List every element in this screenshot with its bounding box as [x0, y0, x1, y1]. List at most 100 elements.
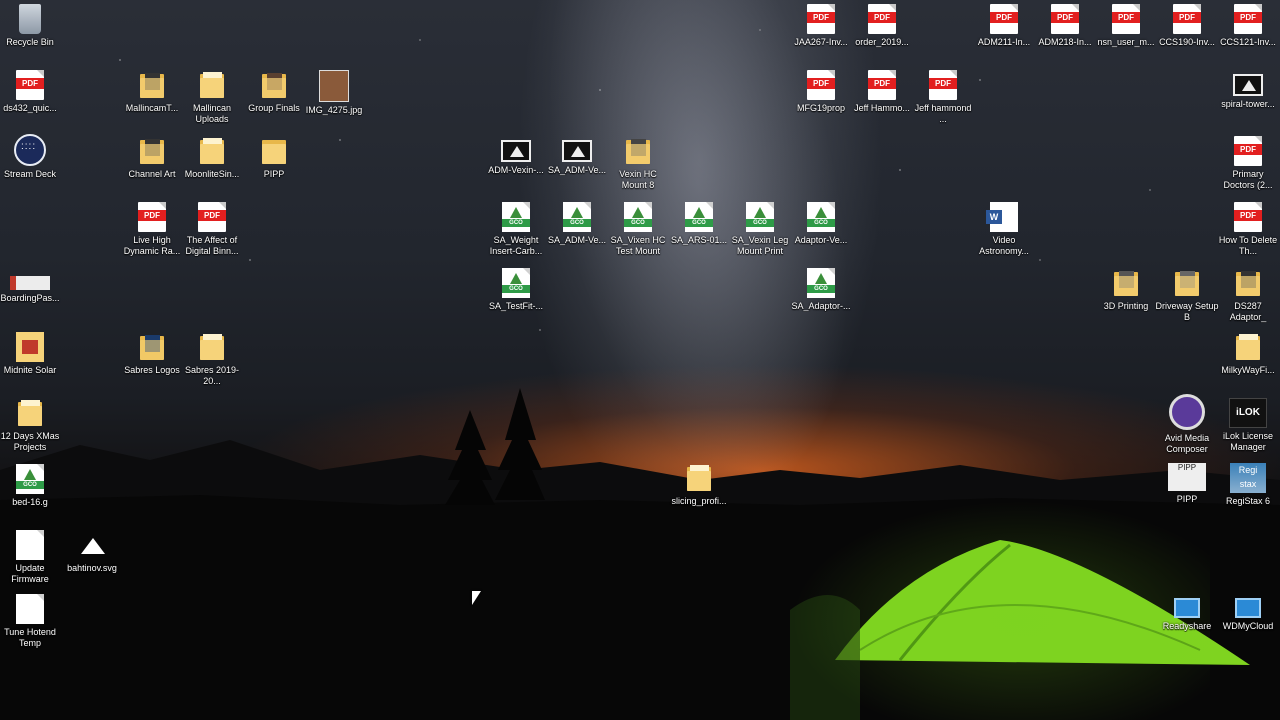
icon-label: The Affect of Digital Binn...	[185, 235, 239, 256]
pdf-file-icon[interactable]: PDF MFG19prop	[789, 66, 853, 128]
pdf-file-icon[interactable]: PDF JAA267-Inv...	[789, 0, 853, 62]
pdf-icon: PDF	[807, 70, 835, 100]
svg-file-icon[interactable]: spiral-tower...	[1216, 66, 1280, 128]
sabres-2019-folder[interactable]: Sabres 2019-20...	[180, 328, 244, 390]
tent-glow	[790, 500, 1210, 720]
icon-label: slicing_profi...	[671, 496, 727, 506]
driveway-folder[interactable]: Driveway Setup B	[1155, 264, 1219, 326]
mallincan-uploads-folder[interactable]: Mallincan Uploads	[180, 66, 244, 128]
icon-label: Driveway Setup B	[1155, 301, 1219, 322]
icon-label: SA_TestFit-...	[488, 301, 543, 311]
icon-label: MFG19prop	[796, 103, 846, 113]
sabres-logos-folder[interactable]: Sabres Logos	[120, 328, 184, 390]
pdf-file-icon[interactable]: PDF ds432_quic...	[0, 66, 62, 128]
stream-deck-icon	[14, 134, 46, 166]
pdf-icon: PDF	[1173, 4, 1201, 34]
gcode-file-icon[interactable]: GCO SA_TestFit-...	[484, 264, 548, 326]
jpg-file-icon[interactable]: IMG_4275.jpg	[302, 66, 366, 128]
ds287-folder[interactable]: DS287 Adaptor_	[1216, 264, 1280, 326]
pdf-icon: PDF	[1234, 4, 1262, 34]
milkyway-folder[interactable]: MilkyWayFi...	[1216, 328, 1280, 390]
3d-printing-folder[interactable]: 3D Printing	[1094, 264, 1158, 326]
pdf-file-icon[interactable]: PDF How To Delete Th...	[1216, 198, 1280, 260]
stream-deck-shortcut[interactable]: Stream Deck	[0, 132, 62, 194]
ilok-shortcut[interactable]: iLOK iLok License Manager	[1216, 394, 1280, 456]
moonlite-folder[interactable]: MoonliteSin...	[180, 132, 244, 194]
icon-label: ds432_quic...	[3, 103, 57, 113]
gcode-icon: GCO	[807, 268, 835, 298]
icon-label: Update Firmware	[11, 563, 49, 584]
avid-shortcut[interactable]: Avid Media Composer	[1155, 394, 1219, 456]
pdf-file-icon[interactable]: PDF ADM211-In...	[972, 0, 1036, 62]
svg-file-icon[interactable]: SA_ADM-Ve...	[545, 132, 609, 194]
ilok-icon: iLOK	[1229, 398, 1267, 428]
slicing-profiles-folder[interactable]: slicing_profi...	[667, 459, 731, 521]
pdf-icon: PDF	[868, 70, 896, 100]
icon-label: bahtinov.svg	[67, 563, 117, 573]
icon-label: Avid Media Composer	[1164, 433, 1210, 454]
icon-label: ADM211-In...	[977, 37, 1031, 47]
gcode-icon: GCO	[16, 464, 44, 494]
recycle-bin-icon[interactable]: Recycle Bin	[0, 0, 62, 62]
folder-icon	[1234, 332, 1262, 362]
pdf-file-icon[interactable]: PDF order_2019...	[850, 0, 914, 62]
icon-label: Recycle Bin	[6, 37, 54, 47]
gcode-file-icon[interactable]: GCO SA_Adaptor-...	[789, 264, 853, 326]
network-drive-icon	[1235, 598, 1261, 618]
mallincamt-folder[interactable]: MallincamT...	[120, 66, 184, 128]
pipp-folder[interactable]: PIPP	[242, 132, 306, 194]
gcode-file-icon[interactable]: GCO SA_Vixen HC Test Mount	[606, 198, 670, 260]
svg-file-icon[interactable]: bahtinov.svg	[60, 526, 124, 588]
pdf-file-icon[interactable]: PDF The Affect of Digital Binn...	[180, 198, 244, 260]
pdf-file-icon[interactable]: PDF CCS121-Inv...	[1216, 0, 1280, 62]
gcode-file-icon[interactable]: GCO Adaptor-Ve...	[789, 198, 853, 260]
folder-icon	[138, 70, 166, 100]
gcode-icon: GCO	[502, 202, 530, 232]
icon-label: Sabres Logos	[124, 365, 180, 375]
icon-label: SA_Vixen HC Test Mount	[610, 235, 666, 256]
group-finals-folder[interactable]: Group Finals	[242, 66, 306, 128]
vexin-hc-folder[interactable]: Vexin HC Mount 8	[606, 132, 670, 194]
gcode-file-icon[interactable]: GCO bed-16.g	[0, 460, 62, 522]
icon-label: bed-16.g	[12, 497, 48, 507]
pdf-file-icon[interactable]: PDF Live High Dynamic Ra...	[120, 198, 184, 260]
tune-hotend-file[interactable]: Tune Hotend Temp	[0, 590, 62, 652]
pdf-file-icon[interactable]: PDF ADM218-In...	[1033, 0, 1097, 62]
icon-label: CCS121-Inv...	[1220, 37, 1276, 47]
desktop[interactable]: Recycle Bin PDF ds432_quic... Stream Dec…	[0, 0, 1280, 720]
network-drive-icon	[1174, 598, 1200, 618]
pdf-icon: PDF	[868, 4, 896, 34]
midnite-solar-folder[interactable]: Midnite Solar	[0, 328, 62, 390]
inkscape-icon	[78, 530, 106, 560]
icon-label: Jeff hammond ...	[914, 103, 972, 124]
pipp-shortcut[interactable]: PIPP PIPP	[1155, 459, 1219, 521]
folder-icon	[260, 70, 288, 100]
gcode-icon: GCO	[624, 202, 652, 232]
pdf-file-icon[interactable]: PDF nsn_user_m...	[1094, 0, 1158, 62]
folder-icon	[198, 70, 226, 100]
word-file-icon[interactable]: W Video Astronomy...	[972, 198, 1036, 260]
pdf-file-icon[interactable]: PDF Primary Doctors (2...	[1216, 132, 1280, 194]
svg-file-icon[interactable]: ADM-Vexin-...	[484, 132, 548, 194]
pdf-icon: PDF	[1112, 4, 1140, 34]
gcode-file-icon[interactable]: GCO SA_ARS-01...	[667, 198, 731, 260]
xmas-projects-folder[interactable]: 12 Days XMas Projects	[0, 394, 62, 456]
blank-file-icon	[16, 530, 44, 560]
channel-art-folder[interactable]: Channel Art	[120, 132, 184, 194]
pdf-file-icon[interactable]: PDF Jeff Hammo...	[850, 66, 914, 128]
gcode-file-icon[interactable]: GCO SA_Vexin Leg Mount Print	[728, 198, 792, 260]
icon-label: order_2019...	[855, 37, 909, 47]
readyshare-shortcut[interactable]: Readyshare	[1155, 590, 1219, 652]
gcode-file-icon[interactable]: GCO SA_ADM-Ve...	[545, 198, 609, 260]
registax-shortcut[interactable]: Regi stax RegiStax 6	[1216, 459, 1280, 521]
image-frame-icon	[501, 140, 531, 162]
pdf-icon: PDF	[1234, 202, 1262, 232]
update-firmware-file[interactable]: Update Firmware	[0, 526, 62, 588]
gcode-file-icon[interactable]: GCO SA_Weight Insert-Carb...	[484, 198, 548, 260]
icon-label: Primary Doctors (2...	[1223, 169, 1273, 190]
icon-label: RegiStax 6	[1225, 496, 1271, 506]
boarding-pass-file[interactable]: BoardingPas...	[0, 264, 62, 326]
pdf-file-icon[interactable]: PDF Jeff hammond ...	[911, 66, 975, 128]
pdf-file-icon[interactable]: PDF CCS190-Inv...	[1155, 0, 1219, 62]
wdmycloud-shortcut[interactable]: WDMyCloud	[1216, 590, 1280, 652]
